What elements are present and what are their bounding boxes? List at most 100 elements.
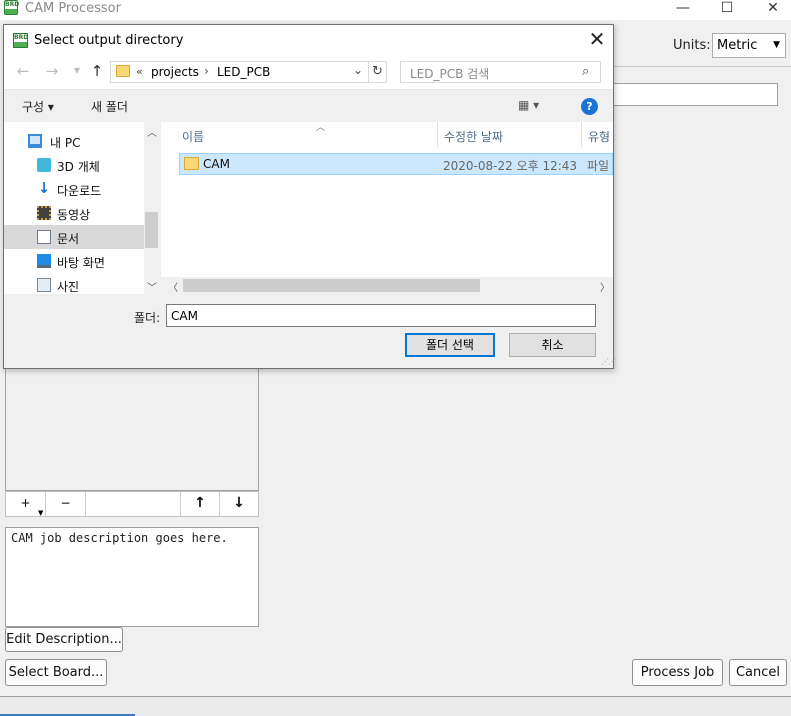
move-down-button[interactable]: ↓ <box>220 492 258 516</box>
plus-icon: + <box>20 496 31 510</box>
cam-app-icon: BRD <box>4 0 19 15</box>
nav-item-label: 사진 <box>57 280 80 294</box>
nav-item-videos[interactable]: 동영상 <box>4 201 144 225</box>
sort-ascending-icon: ︿ <box>316 123 326 133</box>
dialog-cancel-button[interactable]: 취소 <box>509 333 596 357</box>
nav-item-label: 다운로드 <box>57 184 102 198</box>
close-button[interactable]: ✕ <box>750 0 791 18</box>
scroll-thumb[interactable] <box>145 212 158 248</box>
process-job-button[interactable]: Process Job <box>632 659 723 686</box>
navigation-bar: ← → ▼ ↑ « projects › LED_PCB ⌄ ↻ LED_PCB… <box>4 55 613 89</box>
documents-icon <box>37 230 51 244</box>
scroll-right-icon[interactable]: 〉 <box>600 279 610 294</box>
new-folder-button[interactable]: 새 폴더 <box>91 98 128 115</box>
chevron-down-icon: ▼ <box>773 40 780 50</box>
resize-grip-icon[interactable]: ⋰⋰ <box>601 357 616 366</box>
nav-item-3d-objects[interactable]: 3D 개체 <box>4 153 144 177</box>
breadcrumb-separator[interactable]: › <box>204 64 209 78</box>
column-header-name[interactable]: 이름 ︿ <box>176 122 438 148</box>
address-bar[interactable]: « projects › LED_PCB ⌄ ↻ <box>110 61 387 83</box>
add-button[interactable]: + ▼ <box>6 492 46 517</box>
file-name: CAM <box>203 157 230 171</box>
list-toolbar: + ▼ − ↑ ↓ <box>5 491 259 517</box>
back-arrow-icon[interactable]: ← <box>13 62 33 82</box>
cam-app-icon: BRD <box>13 33 28 48</box>
nav-item-label: 동영상 <box>57 208 91 222</box>
pictures-icon <box>37 278 51 292</box>
forward-arrow-icon[interactable]: → <box>42 62 62 82</box>
dialog-title: Select output directory <box>34 33 184 48</box>
breadcrumb-projects[interactable]: projects <box>151 65 199 79</box>
scroll-thumb[interactable] <box>183 279 480 292</box>
pc-icon <box>28 134 42 148</box>
select-board-button[interactable]: Select Board... <box>5 659 107 686</box>
scroll-down-icon[interactable]: ﹀ <box>147 279 157 294</box>
file-row[interactable]: CAM 2020-08-22 오후 12:43 파일 <box>179 153 613 175</box>
file-list: 이름 ︿ 수정한 날짜 유형 CAM 2020-08-22 오후 12:43 파… <box>161 122 613 294</box>
view-options-button[interactable]: ▦ ▾ <box>518 98 539 112</box>
navigation-pane: 내 PC 3D 개체 ↓ 다운로드 동영상 문서 바탕 화면 사진 ︿ ﹀ <box>4 122 159 294</box>
recent-locations-dropdown[interactable]: ▼ <box>67 62 87 82</box>
help-icon[interactable]: ? <box>581 98 598 115</box>
move-up-button[interactable]: ↑ <box>180 492 220 516</box>
up-arrow-icon[interactable]: ↑ <box>87 62 107 82</box>
arrow-down-icon: ↓ <box>233 495 245 511</box>
nav-item-desktop[interactable]: 바탕 화면 <box>4 249 144 273</box>
job-list[interactable] <box>5 360 259 491</box>
nav-item-label: 내 PC <box>50 136 81 150</box>
organize-button[interactable]: 구성 ▾ <box>22 98 54 115</box>
nav-item-documents[interactable]: 문서 <box>4 225 144 249</box>
refresh-icon[interactable]: ↻ <box>368 62 386 82</box>
file-date: 2020-08-22 오후 12:43 <box>443 159 578 173</box>
description-textarea[interactable]: CAM job description goes here. <box>5 527 259 627</box>
edit-description-button[interactable]: Edit Description... <box>5 627 123 652</box>
window-title: CAM Processor <box>25 1 121 16</box>
nav-item-this-pc[interactable]: 내 PC <box>4 129 144 153</box>
main-titlebar: BRD CAM Processor — ☐ ✕ <box>0 0 791 20</box>
arrow-up-icon: ↑ <box>194 495 206 511</box>
units-value: Metric <box>717 38 758 53</box>
folder-label: 폴더: <box>134 311 161 325</box>
download-icon: ↓ <box>37 179 51 197</box>
dialog-close-button[interactable]: ✕ <box>584 28 610 52</box>
folder-input[interactable]: CAM <box>166 304 596 327</box>
column-header-type[interactable]: 유형 <box>582 122 622 148</box>
folder-icon <box>184 157 199 170</box>
maximize-button[interactable]: ☐ <box>704 0 750 18</box>
select-directory-dialog: BRD Select output directory ✕ ← → ▼ ↑ « … <box>3 24 616 369</box>
nav-scrollbar[interactable]: ︿ ﹀ <box>144 122 159 294</box>
search-placeholder: LED_PCB 검색 <box>410 67 490 81</box>
units-label: Units: <box>673 38 711 53</box>
scroll-up-icon[interactable]: ︿ <box>147 124 157 139</box>
column-header-date[interactable]: 수정한 날짜 <box>438 122 582 148</box>
file-type: 파일 <box>587 159 610 173</box>
file-hscrollbar[interactable]: 〈 〉 <box>161 277 613 294</box>
video-icon <box>37 206 51 220</box>
chevron-down-icon[interactable]: ⌄ <box>353 63 363 77</box>
minimize-button[interactable]: — <box>660 0 706 18</box>
column-name-label: 이름 <box>182 130 205 144</box>
dropdown-arrow-icon: ▼ <box>38 509 44 517</box>
nav-item-pictures[interactable]: 사진 <box>4 273 144 297</box>
scroll-left-icon[interactable]: 〈 <box>168 279 178 294</box>
taskbar-strip <box>0 696 791 716</box>
remove-button[interactable]: − <box>46 492 86 516</box>
divider <box>614 66 791 67</box>
address-overflow[interactable]: « <box>136 65 143 78</box>
breadcrumb-led-pcb[interactable]: LED_PCB <box>217 65 270 79</box>
nav-item-downloads[interactable]: ↓ 다운로드 <box>4 177 144 201</box>
3d-objects-icon <box>37 158 51 172</box>
folder-icon <box>116 65 130 77</box>
nav-item-label: 문서 <box>57 232 80 246</box>
output-field[interactable] <box>610 83 778 106</box>
search-input[interactable]: LED_PCB 검색 ⌕ <box>400 61 601 83</box>
dialog-titlebar: BRD Select output directory ✕ <box>4 25 613 55</box>
nav-item-label: 바탕 화면 <box>57 256 105 270</box>
desktop-icon <box>37 254 51 268</box>
cancel-button[interactable]: Cancel <box>729 659 787 686</box>
command-bar: 구성 ▾ 새 폴더 ▦ ▾ ? <box>4 89 613 122</box>
units-select[interactable]: Metric ▼ <box>712 33 786 58</box>
nav-item-label: 3D 개체 <box>57 160 100 174</box>
search-icon: ⌕ <box>582 64 590 79</box>
select-folder-button[interactable]: 폴더 선택 <box>405 333 495 357</box>
